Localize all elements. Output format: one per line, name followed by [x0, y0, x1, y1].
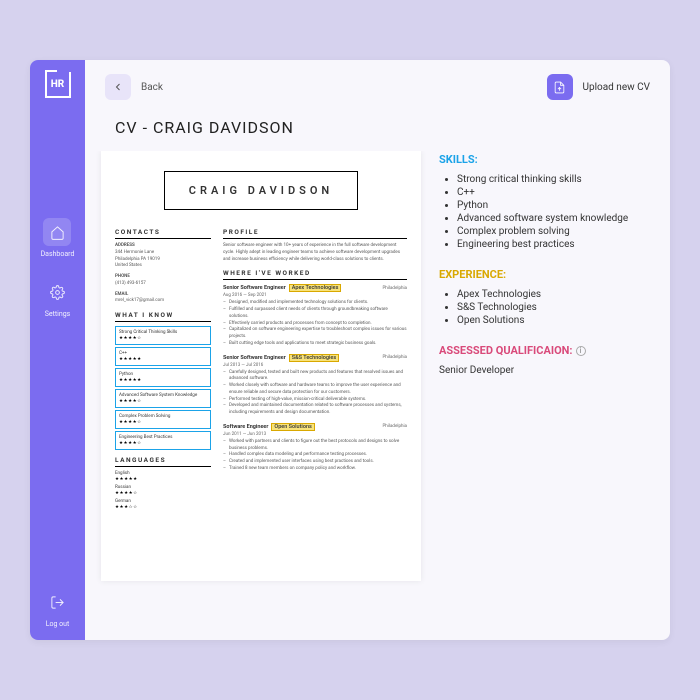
- info-icon[interactable]: i: [576, 346, 586, 356]
- resume-skill-item: C++★★★★★: [115, 347, 211, 366]
- logout-icon: [44, 588, 72, 616]
- list-item: Open Solutions: [457, 315, 646, 326]
- sidebar-item-label: Log out: [46, 620, 70, 628]
- sidebar-item-label: Dashboard: [41, 250, 75, 258]
- app-window: HR Dashboard Settings Log out Back Uploa…: [30, 60, 670, 640]
- document-upload-icon: [553, 81, 566, 94]
- home-icon: [43, 218, 71, 246]
- resume-job: Software Engineer Open SolutionsPhiladel…: [223, 423, 407, 473]
- resume-contacts-heading: CONTACTS: [115, 228, 211, 239]
- resume-skill-item: Engineering Best Practices★★★★☆: [115, 431, 211, 450]
- list-item: Strong critical thinking skills: [457, 174, 646, 185]
- panel-qual-value: Senior Developer: [439, 365, 646, 376]
- content: CRAIG DAVIDSON CONTACTS ADDRESS344 Hermo…: [85, 151, 670, 640]
- resume-skill-item: Complex Problem Solving★★★★☆: [115, 410, 211, 429]
- resume-job: Senior Software Engineer S&S Technologie…: [223, 354, 407, 417]
- resume-skill-item: Strong Critical Thinking Skills★★★★☆: [115, 326, 211, 345]
- upload-label: Upload new CV: [583, 82, 651, 93]
- panel-skills-list: Strong critical thinking skills C++ Python…: [439, 174, 646, 250]
- resume-lang-item: Russian★★★★☆: [115, 485, 211, 496]
- sidebar-item-settings[interactable]: Settings: [43, 278, 71, 318]
- resume-preview[interactable]: CRAIG DAVIDSON CONTACTS ADDRESS344 Hermo…: [101, 151, 421, 581]
- resume-lang-heading: LANGUAGES: [115, 456, 211, 467]
- main: Back Upload new CV CV - CRAIG DAVIDSON C…: [85, 60, 670, 640]
- list-item: Complex problem solving: [457, 226, 646, 237]
- resume-skill-item: Advanced Software System Knowledge★★★★☆: [115, 389, 211, 408]
- resume-profile-heading: PROFILE: [223, 228, 407, 239]
- company-highlight: Open Solutions: [271, 423, 314, 431]
- panel-exp-list: Apex Technologies S&S Technologies Open So…: [439, 289, 646, 326]
- list-item: Apex Technologies: [457, 289, 646, 300]
- list-item: Engineering best practices: [457, 239, 646, 250]
- resume-skill-item: Python★★★★★: [115, 368, 211, 387]
- list-item: S&S Technologies: [457, 302, 646, 313]
- logo: HR: [45, 72, 71, 98]
- list-item: Python: [457, 200, 646, 211]
- parsed-panel: SKILLS: Strong critical thinking skills C…: [439, 151, 646, 620]
- panel-exp-heading: EXPERIENCE:: [439, 268, 646, 281]
- sidebar-item-label: Settings: [45, 310, 71, 318]
- resume-lang-item: English★★★★★: [115, 471, 211, 482]
- sidebar: HR Dashboard Settings Log out: [30, 60, 85, 640]
- gear-icon: [43, 278, 71, 306]
- resume-profile-text: Senior software engineer with 10+ years …: [223, 243, 407, 263]
- list-item: Advanced software system knowledge: [457, 213, 646, 224]
- back-label: Back: [141, 82, 163, 93]
- list-item: C++: [457, 187, 646, 198]
- resume-work-heading: WHERE I'VE WORKED: [223, 269, 407, 280]
- resume-name: CRAIG DAVIDSON: [164, 171, 358, 210]
- nav: Dashboard Settings: [41, 218, 75, 318]
- resume-skills-heading: WHAT I KNOW: [115, 311, 211, 322]
- panel-skills-heading: SKILLS:: [439, 153, 646, 166]
- upload-button[interactable]: [547, 74, 573, 100]
- back-button[interactable]: [105, 74, 131, 100]
- sidebar-item-logout[interactable]: Log out: [44, 588, 72, 628]
- company-highlight: Apex Technologies: [289, 284, 342, 292]
- panel-qual-heading: ASSESSED QUALIFICAION:i: [439, 344, 646, 357]
- resume-lang-item: German★★★☆☆: [115, 499, 211, 510]
- chevron-left-icon: [112, 81, 124, 93]
- resume-job: Senior Software Engineer Apex Technologi…: [223, 284, 407, 347]
- topbar: Back Upload new CV: [85, 60, 670, 114]
- page-title: CV - CRAIG DAVIDSON: [85, 114, 670, 151]
- company-highlight: S&S Technologies: [289, 354, 339, 362]
- sidebar-item-dashboard[interactable]: Dashboard: [41, 218, 75, 258]
